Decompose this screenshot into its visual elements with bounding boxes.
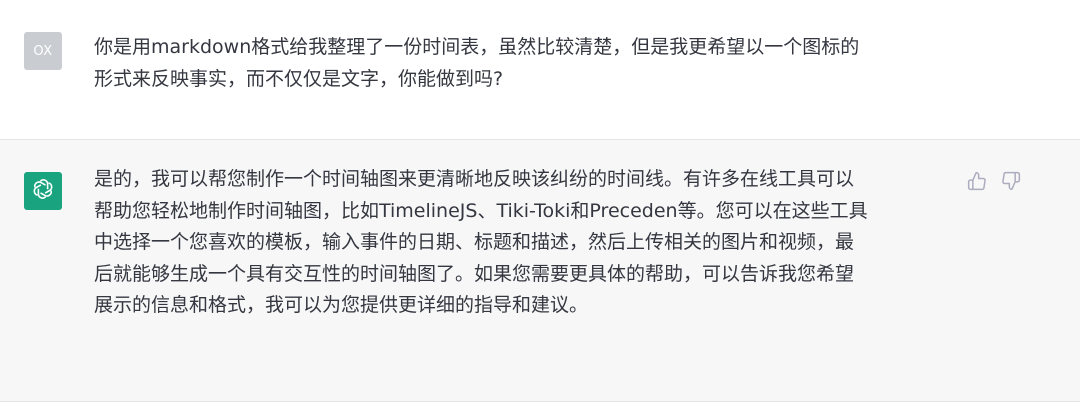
chat-thread: OX 你是用markdown格式给我整理了一份时间表，虽然比较清楚，但是我更希望…: [0, 0, 1080, 410]
user-message-line: 你是用markdown格式给我整理了一份时间表，虽然比较清楚，但是我更希望以一个…: [94, 36, 860, 58]
assistant-avatar: [24, 172, 62, 210]
assistant-message-line: 是的，我可以帮您制作一个时间轴图来更清晰地反映该纠纷的时间线。有许多在线工具可以: [94, 168, 855, 190]
thumbs-up-icon: [967, 171, 987, 191]
user-avatar-initials: OX: [33, 43, 53, 59]
assistant-message-line: 后就能够生成一个具有交互性的时间轴图了。如果您需要更具体的帮助，可以告诉我您希望: [94, 262, 855, 285]
user-message: OX 你是用markdown格式给我整理了一份时间表，虽然比较清楚，但是我更希望…: [0, 0, 1080, 140]
feedback-buttons: [964, 168, 1024, 194]
openai-logo-icon: [31, 177, 55, 205]
assistant-message-line: 中选择一个您喜欢的模板，输入事件的日期、标题和描述，然后上传相关的图片和视频，最: [94, 231, 855, 253]
thumbs-down-icon: [1001, 171, 1021, 191]
assistant-message: 是的，我可以帮您制作一个时间轴图来更清晰地反映该纠纷的时间线。有许多在线工具可以…: [0, 140, 1080, 402]
user-message-text: 你是用markdown格式给我整理了一份时间表，虽然比较清楚，但是我更希望以一个…: [94, 32, 954, 95]
user-avatar: OX: [24, 32, 62, 70]
assistant-message-line: 帮助您轻松地制作时间轴图，比如TimelineJS、Tiki-Toki和Prec…: [94, 199, 868, 222]
thumbs-down-button[interactable]: [998, 168, 1024, 194]
user-message-line: 形式来反映事实，而不仅仅是文字，你能做到吗?: [94, 67, 504, 90]
assistant-message-text: 是的，我可以帮您制作一个时间轴图来更清晰地反映该纠纷的时间线。有许多在线工具可以…: [94, 164, 954, 322]
assistant-message-line: 展示的信息和格式，我可以为您提供更详细的指导和建议。: [94, 294, 589, 316]
thumbs-up-button[interactable]: [964, 168, 990, 194]
